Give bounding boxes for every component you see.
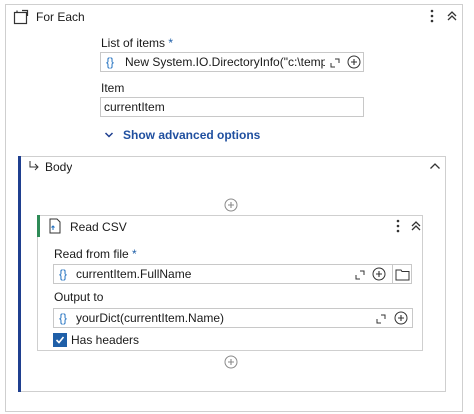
body-title: Body xyxy=(45,160,73,174)
add-variable-icon[interactable] xyxy=(394,311,408,325)
foreach-more-icon[interactable] xyxy=(429,8,435,24)
item-label: Item xyxy=(101,81,125,95)
read-from-file-value[interactable]: currentItem.FullName xyxy=(76,267,346,281)
read-from-file-label: Read from file * xyxy=(54,247,137,261)
foreach-header[interactable]: For Each xyxy=(6,5,462,29)
readcsv-more-icon[interactable] xyxy=(395,218,401,234)
body-header[interactable]: Body xyxy=(21,157,445,177)
list-of-items-field[interactable]: {} New System.IO.DirectoryInfo("c:\temp"… xyxy=(100,52,364,72)
read-from-file-label-text: Read from file xyxy=(54,247,129,261)
readcsv-title: Read CSV xyxy=(70,220,127,234)
list-of-items-value[interactable]: New System.IO.DirectoryInfo("c:\temp").G xyxy=(125,55,325,69)
csv-file-icon xyxy=(48,218,62,234)
body-arrow-icon xyxy=(28,160,40,172)
body-collapse-icon[interactable] xyxy=(429,162,441,170)
expression-icon: {} xyxy=(106,55,115,69)
output-to-field[interactable]: {} yourDict(currentItem.Name) xyxy=(53,308,413,328)
chevron-down-icon xyxy=(104,130,114,140)
body-accent-bar xyxy=(18,156,21,392)
list-of-items-label: List of items * xyxy=(101,36,173,50)
folder-icon xyxy=(395,268,410,281)
check-icon xyxy=(55,335,65,345)
has-headers-label: Has headers xyxy=(71,333,140,347)
show-advanced-options-label[interactable]: Show advanced options xyxy=(123,128,260,142)
expand-editor-icon[interactable] xyxy=(355,270,365,280)
readcsv-collapse-icon[interactable] xyxy=(410,220,422,232)
required-marker: * xyxy=(132,247,137,261)
read-from-file-field[interactable]: {} currentItem.FullName xyxy=(53,264,393,284)
foreach-icon xyxy=(13,9,29,25)
add-variable-icon[interactable] xyxy=(347,55,361,69)
readcsv-header[interactable]: Read CSV xyxy=(40,216,422,236)
list-of-items-label-text: List of items xyxy=(101,36,166,50)
has-headers-checkbox[interactable] xyxy=(53,333,67,347)
add-activity-icon[interactable] xyxy=(224,355,238,369)
expression-icon: {} xyxy=(59,267,68,281)
add-activity-icon[interactable] xyxy=(224,198,238,212)
expand-editor-icon[interactable] xyxy=(376,314,386,324)
item-value[interactable]: currentItem xyxy=(104,100,165,114)
browse-folder-button[interactable] xyxy=(392,264,412,284)
output-to-label: Output to xyxy=(54,290,104,304)
required-marker: * xyxy=(168,36,174,50)
expand-editor-icon[interactable] xyxy=(330,58,340,68)
output-to-value[interactable]: yourDict(currentItem.Name) xyxy=(76,311,366,325)
foreach-title: For Each xyxy=(36,10,85,24)
expression-icon: {} xyxy=(59,311,68,325)
item-field[interactable]: currentItem xyxy=(100,97,364,117)
add-variable-icon[interactable] xyxy=(372,267,386,281)
foreach-collapse-icon[interactable] xyxy=(446,10,458,22)
